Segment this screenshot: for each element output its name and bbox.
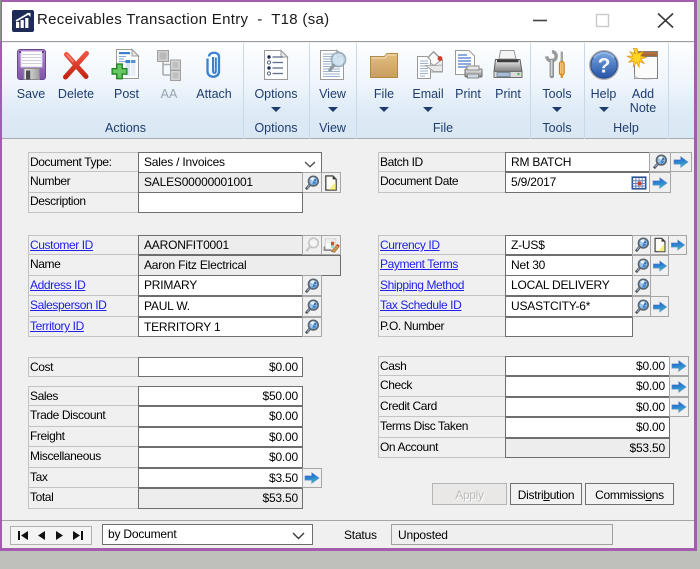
svg-text:?: ? xyxy=(597,55,610,78)
